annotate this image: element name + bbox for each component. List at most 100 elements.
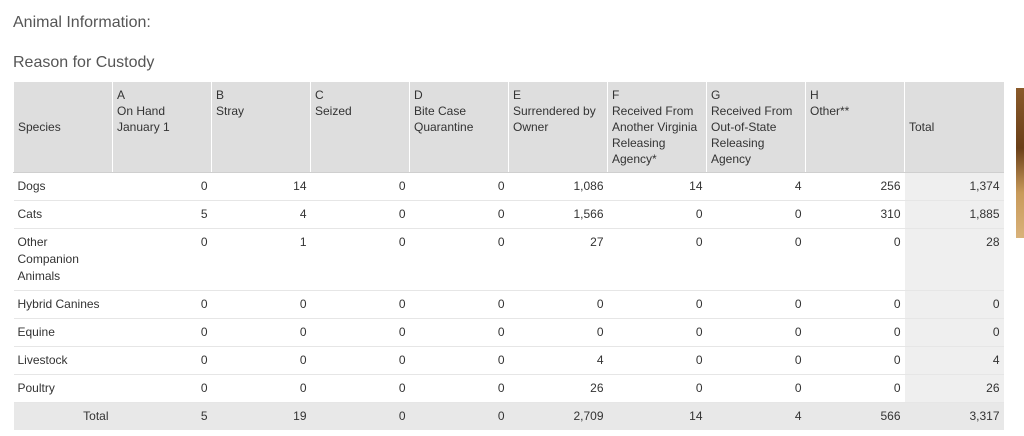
column-header-c: C Seized <box>310 82 410 173</box>
column-letter: A <box>117 88 126 102</box>
count-cell: 0 <box>706 200 806 229</box>
count-cell: 26 <box>508 374 608 403</box>
background-image-edge <box>1016 88 1024 238</box>
count-cell: 0 <box>706 228 806 291</box>
column-header-a: A On Hand January 1 <box>112 82 212 173</box>
count-cell: 0 <box>409 228 509 291</box>
total-cell: 566 <box>805 402 905 430</box>
column-header-g: G Received From Out-of-State Releasing A… <box>706 82 806 173</box>
column-label: Bite Case Quarantine <box>414 104 474 134</box>
total-cell: 14 <box>607 402 707 430</box>
column-header-f: F Received From Another Virginia Releasi… <box>607 82 707 173</box>
column-header-total: Total <box>904 82 1004 173</box>
custody-table: Species A On Hand January 1 B Stray C Se… <box>13 82 1004 430</box>
section-title: Animal Information: <box>13 14 151 31</box>
count-cell: 0 <box>706 290 806 319</box>
count-cell: 0 <box>706 374 806 403</box>
count-cell: 0 <box>607 200 707 229</box>
count-cell: 1 <box>211 228 311 291</box>
count-cell: 0 <box>706 318 806 347</box>
table-row: Other Companion Animals 0 1 0 0 27 0 0 0 28 <box>13 228 1004 291</box>
total-cell: 19 <box>211 402 311 430</box>
column-header-b: B Stray <box>211 82 311 173</box>
total-cell: 2,709 <box>508 402 608 430</box>
column-label: Surrendered by Owner <box>513 104 596 134</box>
count-cell: 0 <box>706 346 806 375</box>
count-cell: 0 <box>805 346 905 375</box>
species-cell: Equine <box>13 318 113 347</box>
count-cell: 0 <box>607 346 707 375</box>
row-total-cell: 0 <box>904 318 1004 347</box>
species-cell: Poultry <box>13 374 113 403</box>
species-cell: Cats <box>13 200 113 229</box>
column-label: Other** <box>810 104 850 118</box>
count-cell: 0 <box>112 318 212 347</box>
table-row: Hybrid Canines 0 0 0 0 0 0 0 0 0 <box>13 290 1004 319</box>
count-cell: 14 <box>211 172 311 201</box>
column-header-species: Species <box>13 82 113 173</box>
totals-label: Total <box>13 402 113 430</box>
row-total-cell: 28 <box>904 228 1004 291</box>
column-label: On Hand January 1 <box>117 104 170 134</box>
count-cell: 0 <box>112 228 212 291</box>
table-caption: Reason for Custody <box>13 54 155 71</box>
header-row: Species A On Hand January 1 B Stray C Se… <box>13 82 1004 173</box>
column-letter: C <box>315 88 324 102</box>
count-cell: 5 <box>112 200 212 229</box>
column-header-e: E Surrendered by Owner <box>508 82 608 173</box>
column-label: Seized <box>315 104 352 118</box>
count-cell: 0 <box>805 374 905 403</box>
table-row: Dogs 0 14 0 0 1,086 14 4 256 1,374 <box>13 172 1004 201</box>
count-cell: 0 <box>310 346 410 375</box>
row-total-cell: 4 <box>904 346 1004 375</box>
total-cell: 4 <box>706 402 806 430</box>
count-cell: 0 <box>211 290 311 319</box>
count-cell: 0 <box>805 228 905 291</box>
count-cell: 0 <box>607 228 707 291</box>
count-cell: 0 <box>112 374 212 403</box>
count-cell: 0 <box>607 318 707 347</box>
count-cell: 0 <box>112 290 212 319</box>
count-cell: 0 <box>508 290 608 319</box>
count-cell: 0 <box>409 374 509 403</box>
count-cell: 0 <box>211 374 311 403</box>
count-cell: 0 <box>607 290 707 319</box>
column-label: Species <box>18 120 61 134</box>
count-cell: 1,566 <box>508 200 608 229</box>
count-cell: 0 <box>112 172 212 201</box>
count-cell: 0 <box>409 346 509 375</box>
row-total-cell: 1,374 <box>904 172 1004 201</box>
count-cell: 0 <box>805 290 905 319</box>
column-label: Received From Another Virginia Releasing… <box>612 104 698 166</box>
column-letter: F <box>612 88 620 102</box>
species-cell: Hybrid Canines <box>13 290 113 319</box>
table-row: Livestock 0 0 0 0 4 0 0 0 4 <box>13 346 1004 375</box>
count-cell: 4 <box>211 200 311 229</box>
column-letter: B <box>216 88 225 102</box>
count-cell: 0 <box>310 172 410 201</box>
count-cell: 4 <box>706 172 806 201</box>
count-cell: 4 <box>508 346 608 375</box>
count-cell: 256 <box>805 172 905 201</box>
column-letter: H <box>810 88 819 102</box>
column-header-d: D Bite Case Quarantine <box>409 82 509 173</box>
species-cell: Dogs <box>13 172 113 201</box>
count-cell: 0 <box>211 318 311 347</box>
row-total-cell: 26 <box>904 374 1004 403</box>
column-label: Total <box>909 120 935 134</box>
count-cell: 0 <box>409 200 509 229</box>
column-letter: G <box>711 88 721 102</box>
count-cell: 1,086 <box>508 172 608 201</box>
total-cell: 5 <box>112 402 212 430</box>
count-cell: 0 <box>310 318 410 347</box>
species-cell: Livestock <box>13 346 113 375</box>
count-cell: 0 <box>607 374 707 403</box>
count-cell: 0 <box>409 172 509 201</box>
table-row: Cats 5 4 0 0 1,566 0 0 310 1,885 <box>13 200 1004 229</box>
count-cell: 0 <box>310 290 410 319</box>
count-cell: 0 <box>508 318 608 347</box>
column-letter: D <box>414 88 423 102</box>
count-cell: 0 <box>310 228 410 291</box>
count-cell: 27 <box>508 228 608 291</box>
column-header-h: H Other** <box>805 82 905 173</box>
